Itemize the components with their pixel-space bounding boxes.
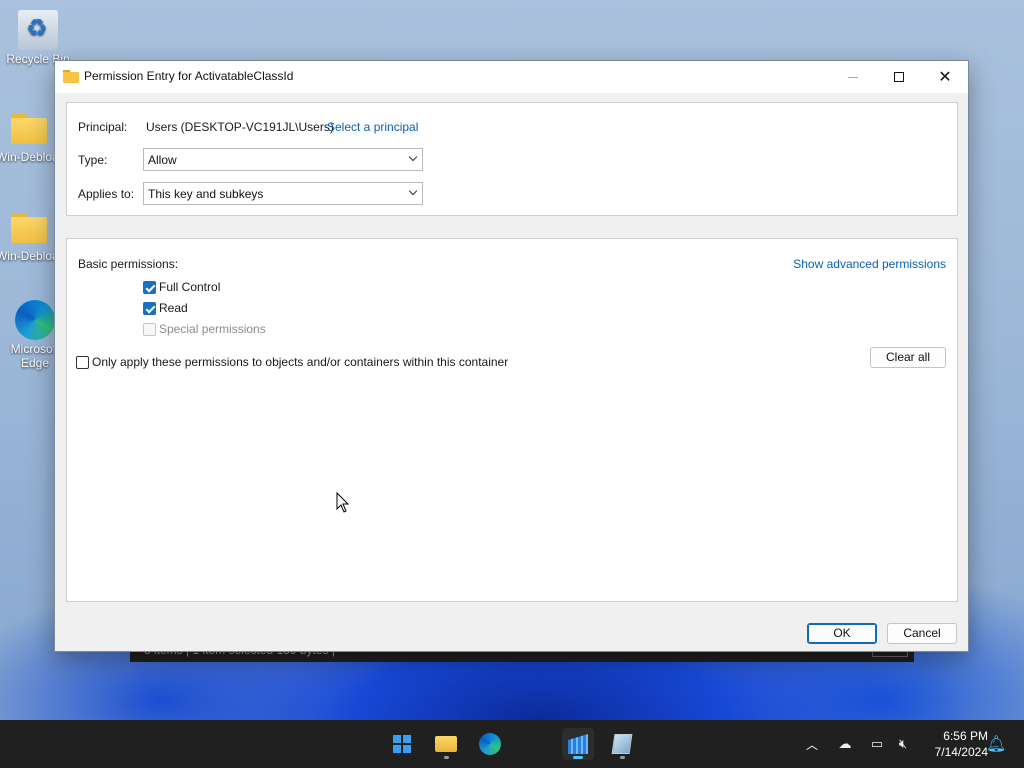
folder-icon (9, 108, 49, 148)
permission-special: Special permissions (143, 322, 266, 336)
only-apply-option[interactable]: Only apply these permissions to objects … (76, 355, 508, 369)
minimize-icon (848, 76, 858, 78)
show-advanced-permissions-link[interactable]: Show advanced permissions (793, 257, 946, 271)
chevron-down-icon (409, 154, 418, 163)
applies-to-dropdown[interactable]: This key and subkeys (143, 182, 423, 205)
recycle-bin-icon (18, 10, 58, 50)
start-button[interactable] (386, 728, 418, 760)
principal-panel: Principal: Users (DESKTOP-VC191JL\Users)… (66, 102, 958, 216)
running-indicator (620, 756, 625, 759)
notepad-icon (611, 734, 633, 754)
title-bar[interactable]: Permission Entry for ActivatableClassId … (55, 61, 968, 93)
notification-bell-icon[interactable]: 🔔︎ (986, 734, 1006, 754)
active-indicator (573, 756, 583, 759)
applies-to-label: Applies to: (78, 187, 135, 201)
principal-label: Principal: (78, 120, 128, 134)
taskbar-file-explorer[interactable] (430, 728, 462, 760)
desktop-icon-recycle-bin[interactable]: Recycle Bin (3, 10, 73, 66)
windows-logo-icon (393, 735, 411, 753)
taskbar-notepad[interactable] (606, 728, 638, 760)
running-indicator (444, 756, 449, 759)
clock-date: 7/14/2024 (934, 745, 988, 759)
principal-value: Users (DESKTOP-VC191JL\Users) (146, 120, 334, 134)
edge-icon (15, 300, 55, 340)
clock-time: 6:56 PM (943, 729, 988, 743)
checkbox-checked[interactable] (143, 301, 156, 315)
permission-label: Full Control (159, 280, 221, 294)
system-clock[interactable]: 6:56 PM 7/14/2024 (918, 728, 988, 760)
onedrive-icon[interactable]: ☁ (834, 720, 856, 768)
clear-all-button[interactable]: Clear all (870, 347, 946, 368)
permission-label: Special permissions (159, 322, 266, 336)
edge-icon (479, 733, 501, 755)
volume-icon[interactable]: 🔇︎ (892, 720, 914, 768)
only-apply-label: Only apply these permissions to objects … (92, 355, 509, 369)
show-hidden-icons-button[interactable]: ︿ (800, 720, 824, 768)
taskbar: ︿ ☁ ▭ 🔇︎ 6:56 PM 7/14/2024 🔔︎ (0, 720, 1024, 768)
applies-to-dropdown-value: This key and subkeys (148, 187, 264, 201)
cancel-button[interactable]: Cancel (887, 623, 957, 644)
file-explorer-icon (435, 736, 457, 752)
close-button[interactable]: ✕ (922, 61, 968, 93)
checkbox-disabled (143, 322, 156, 336)
taskbar-edge[interactable] (474, 728, 506, 760)
chevron-up-icon: ︿ (805, 737, 818, 752)
type-dropdown[interactable]: Allow (143, 148, 423, 171)
ok-button[interactable]: OK (807, 623, 877, 644)
type-dropdown-value: Allow (148, 153, 177, 167)
permission-read[interactable]: Read (143, 301, 188, 315)
chevron-down-icon (409, 188, 418, 197)
checkbox-checked[interactable] (143, 280, 156, 294)
permission-label: Read (159, 301, 188, 315)
permission-full-control[interactable]: Full Control (143, 280, 220, 294)
folder-icon (9, 207, 49, 247)
dialog-title: Permission Entry for ActivatableClassId (84, 69, 294, 83)
taskbar-registry-editor[interactable] (562, 728, 594, 760)
registry-editor-icon (568, 734, 588, 754)
select-principal-link[interactable]: Select a principal (327, 120, 418, 134)
folder-icon (63, 70, 79, 83)
permission-entry-dialog: Permission Entry for ActivatableClassId … (54, 60, 969, 652)
permissions-panel: Basic permissions: Show advanced permiss… (66, 238, 958, 602)
basic-permissions-label: Basic permissions: (78, 257, 179, 271)
close-icon: ✕ (938, 69, 952, 86)
type-label: Type: (78, 153, 108, 167)
maximize-icon (894, 72, 904, 82)
maximize-button[interactable] (876, 61, 922, 93)
minimize-button[interactable] (830, 61, 876, 93)
network-icon[interactable]: ▭ (866, 720, 888, 768)
only-apply-checkbox[interactable] (76, 355, 89, 369)
